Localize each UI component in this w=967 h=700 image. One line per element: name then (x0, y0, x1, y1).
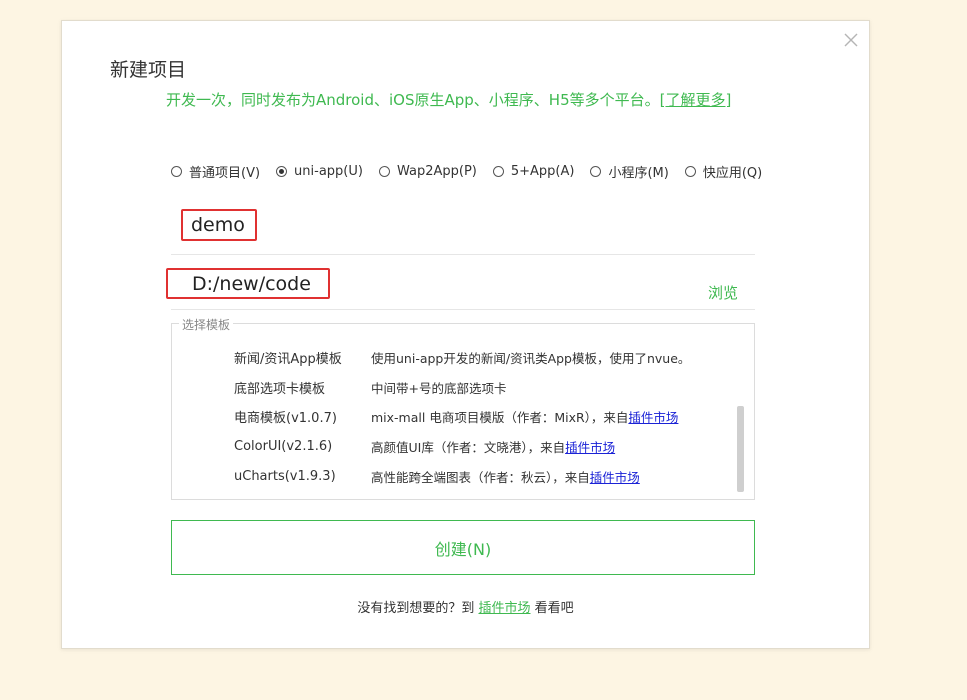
dialog-title: 新建项目 (110, 59, 187, 81)
type-option-wap2app[interactable]: Wap2App(P) (378, 162, 477, 181)
template-desc-text: 高性能跨全端图表（作者：秋云），来自 (371, 469, 590, 485)
template-desc: 使用uni-app开发的新闻/资讯类App模板，使用了nvue。 (371, 350, 691, 366)
template-legend: 选择模板 (179, 316, 234, 333)
template-desc-text: mix-mall 电商项目模版（作者：MixR），来自 (371, 409, 629, 425)
radio-wap2app[interactable] (378, 166, 390, 177)
footer-prefix: 没有找到想要的？到 (357, 601, 479, 616)
close-icon[interactable] (842, 31, 860, 49)
type-label-quick-app: 快应用(Q) (702, 166, 763, 181)
radio-mini-program[interactable] (590, 166, 602, 177)
type-option-normal[interactable]: 普通项目(V) (171, 162, 260, 181)
template-item-ucharts[interactable]: uCharts(v1.9.3) 高性能跨全端图表（作者：秋云），来自插件市场 (234, 466, 640, 486)
template-item-colorui[interactable]: ColorUI(v2.1.6) 高颜值UI库（作者：文晓港），来自插件市场 (234, 436, 615, 456)
footer-plugin-market-link[interactable]: 插件市场 (478, 601, 530, 616)
type-option-quick-app[interactable]: 快应用(Q) (684, 162, 763, 181)
radio-5plus-app[interactable] (492, 166, 504, 177)
type-option-5plus-app[interactable]: 5+App(A) (492, 162, 575, 181)
template-desc-text: 高颜值UI库（作者：文晓港），来自 (371, 439, 566, 455)
learn-more-link[interactable]: [了解更多] (660, 91, 732, 109)
type-label-uni-app: uni-app(U) (294, 164, 363, 179)
template-name: uCharts(v1.9.3) (234, 468, 336, 484)
project-path-row: 浏览 (166, 265, 755, 310)
template-desc: 高颜值UI库（作者：文晓港），来自插件市场 (371, 437, 615, 456)
radio-normal[interactable] (171, 166, 182, 177)
template-name: ColorUI(v2.1.6) (234, 438, 333, 454)
plugin-market-link[interactable]: 插件市场 (565, 440, 615, 455)
create-button[interactable]: 创建(N) (171, 520, 755, 575)
template-item-news[interactable]: 新闻/资讯App模板 使用uni-app开发的新闻/资讯类App模板，使用了nv… (234, 347, 690, 367)
template-desc: 高性能跨全端图表（作者：秋云），来自插件市场 (371, 467, 640, 486)
template-scrollbar[interactable] (737, 406, 744, 492)
radio-quick-app[interactable] (684, 166, 696, 177)
template-name: 底部选项卡模板 (234, 381, 326, 397)
template-name: 新闻/资讯App模板 (234, 351, 342, 367)
browse-button[interactable]: 浏览 (708, 282, 738, 303)
footer-hint: 没有找到想要的？到 插件市场 看看吧 (62, 597, 869, 616)
type-option-uni-app[interactable]: uni-app(U) (276, 162, 363, 181)
project-name-input[interactable] (181, 209, 257, 241)
type-label-wap2app: Wap2App(P) (396, 164, 477, 179)
project-type-group: 普通项目(V) uni-app(U) Wap2App(P) 5+App(A) 小… (171, 162, 762, 181)
radio-uni-app[interactable] (276, 166, 288, 177)
dialog-subtitle: 开发一次，同时发布为Android、iOS原生App、小程序、H5等多个平台。[… (166, 89, 731, 110)
project-path-input[interactable] (166, 268, 330, 299)
template-name: 电商模板(v1.0.7) (234, 410, 337, 426)
plugin-market-link[interactable]: 插件市场 (590, 470, 640, 485)
template-desc: 中间带+号的底部选项卡 (371, 380, 507, 396)
type-option-mini-program[interactable]: 小程序(M) (590, 162, 669, 181)
subtitle-text: 开发一次，同时发布为Android、iOS原生App、小程序、H5等多个平台。 (166, 91, 660, 109)
template-list: 选择模板 新闻/资讯App模板 使用uni-app开发的新闻/资讯类App模板，… (171, 316, 755, 500)
plugin-market-link[interactable]: 插件市场 (628, 410, 678, 425)
type-label-5plus-app: 5+App(A) (510, 164, 575, 179)
template-desc: mix-mall 电商项目模版（作者：MixR），来自插件市场 (371, 407, 678, 426)
template-item-bottom-tab[interactable]: 底部选项卡模板 中间带+号的底部选项卡 (234, 377, 506, 397)
new-project-dialog: 新建项目 开发一次，同时发布为Android、iOS原生App、小程序、H5等多… (61, 20, 870, 649)
template-item-ecommerce[interactable]: 电商模板(v1.0.7) mix-mall 电商项目模版（作者：MixR），来自… (234, 406, 678, 426)
type-label-normal: 普通项目(V) (189, 166, 261, 181)
footer-suffix: 看看吧 (530, 601, 574, 616)
type-label-mini-program: 小程序(M) (608, 166, 669, 181)
project-name-row (171, 206, 755, 255)
